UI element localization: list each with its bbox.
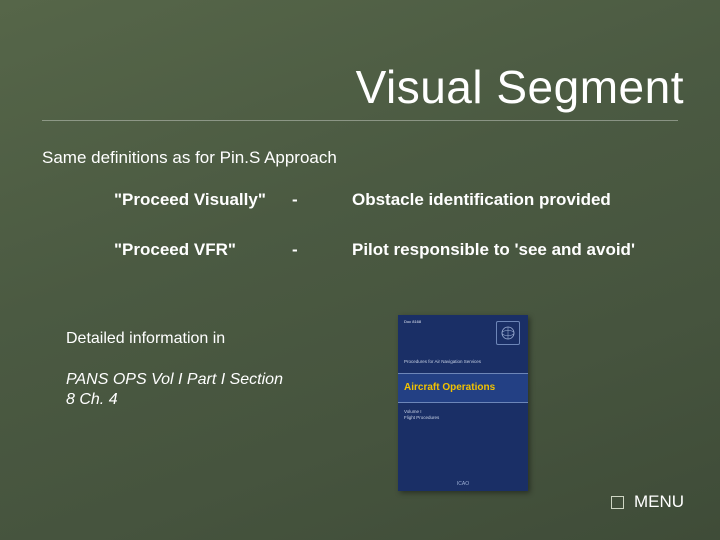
reference-text: PANS OPS Vol I Part I Section 8 Ch. 4 <box>66 370 286 410</box>
definition-term: "Proceed VFR" <box>42 240 292 260</box>
checkbox-icon <box>611 496 624 509</box>
definition-desc: Obstacle identification provided <box>352 190 684 210</box>
definition-row: "Proceed Visually" - Obstacle identifica… <box>42 190 684 210</box>
icao-logo-icon <box>496 321 520 345</box>
definition-separator: - <box>292 240 352 260</box>
menu-button[interactable]: MENU <box>611 492 684 512</box>
menu-label: MENU <box>634 492 684 512</box>
book-pretitle: Procedures for Air Navigation Services <box>398 355 528 367</box>
book-sub2: Flight Procedures <box>404 415 522 421</box>
book-title: Aircraft Operations <box>404 382 495 393</box>
intro-text: Same definitions as for Pin.S Approach <box>42 148 337 168</box>
book-doc-number: Doc 8168 <box>404 319 421 324</box>
definition-term: "Proceed Visually" <box>42 190 292 210</box>
book-cover-image: Doc 8168 Procedures for Air Navigation S… <box>398 315 528 491</box>
definition-desc: Pilot responsible to 'see and avoid' <box>352 240 684 260</box>
definition-separator: - <box>292 190 352 210</box>
definition-row: "Proceed VFR" - Pilot responsible to 'se… <box>42 240 684 260</box>
book-footer: ICAO <box>398 481 528 487</box>
slide-title: Visual Segment <box>356 60 684 114</box>
title-underline <box>42 120 678 121</box>
detailed-info-label: Detailed information in <box>66 330 225 348</box>
